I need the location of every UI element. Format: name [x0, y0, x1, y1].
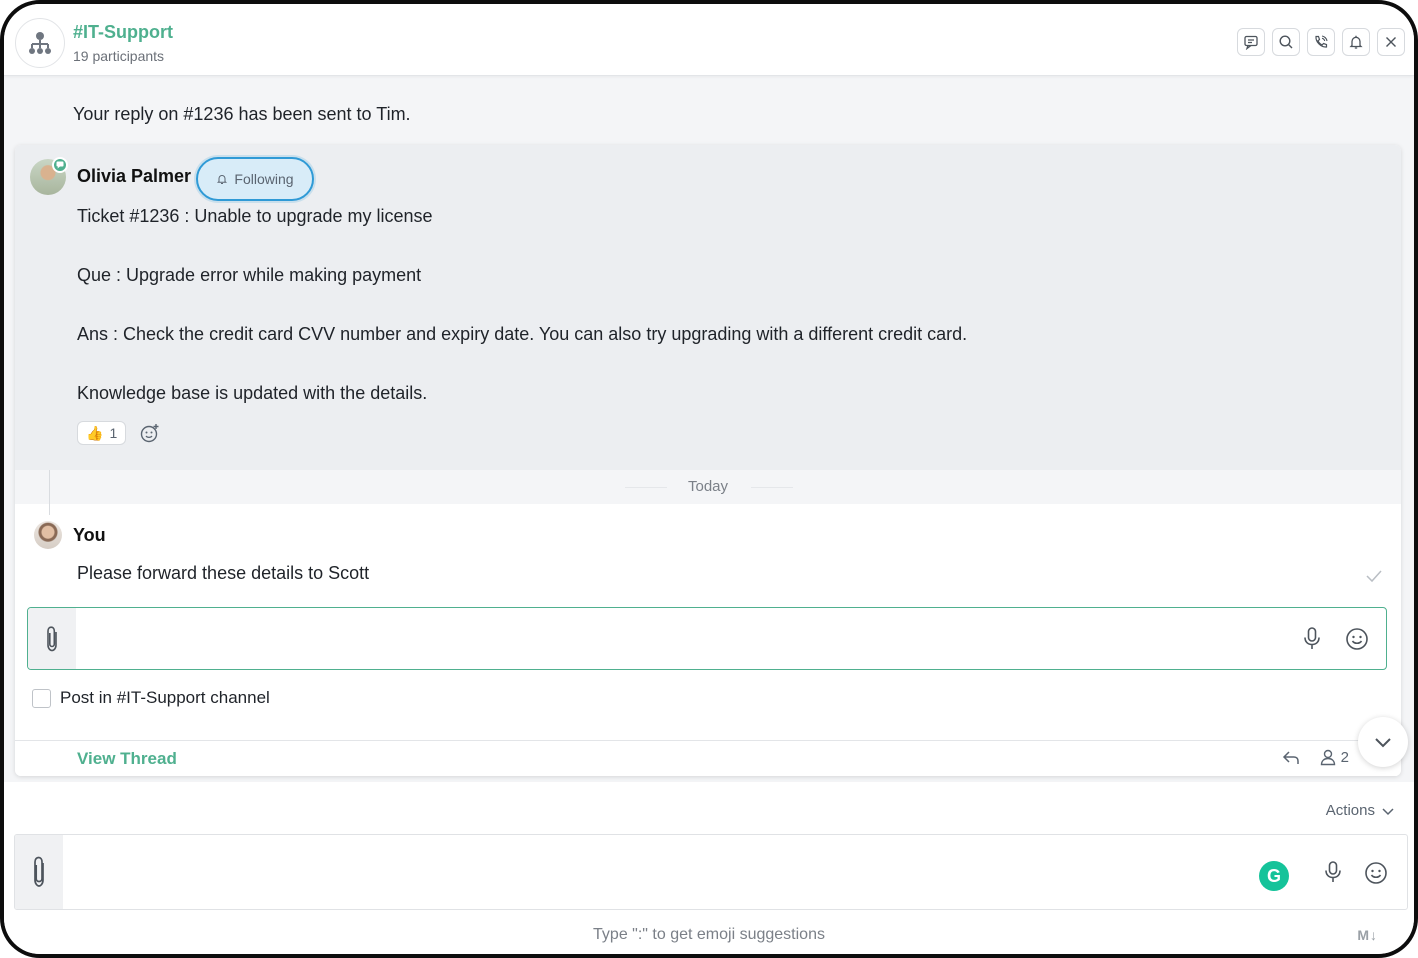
chat-badge-icon	[52, 157, 68, 173]
scroll-to-bottom-button[interactable]	[1358, 717, 1408, 767]
message-composer[interactable]: G	[14, 834, 1408, 910]
message-line: Ticket #1236 : Unable to upgrade my lice…	[77, 206, 433, 226]
message-line: Knowledge base is updated with the detai…	[77, 383, 428, 403]
avatar[interactable]	[34, 521, 62, 549]
sender-name[interactable]: You	[73, 525, 106, 546]
parent-message: Olivia Palmer Following Ticket #1236 : U…	[15, 145, 1401, 470]
reply-message-text: Please forward these details to Scott	[77, 563, 370, 583]
paperclip-icon	[34, 856, 44, 887]
post-in-channel-checkbox[interactable]	[32, 689, 51, 708]
search-icon	[1279, 35, 1293, 49]
date-divider-label: Today	[687, 478, 729, 495]
reply-icon	[1282, 751, 1299, 764]
paperclip-icon	[47, 625, 57, 651]
post-in-channel-label[interactable]: Post in #IT-Support channel	[60, 688, 270, 708]
microphone-icon	[1325, 861, 1341, 882]
smiley-icon	[1365, 862, 1387, 884]
smiley-icon	[1346, 628, 1368, 650]
emoji-button[interactable]	[1344, 626, 1370, 657]
thread-footer: View Thread 2	[15, 740, 1401, 776]
participant-count: 2	[1340, 748, 1349, 766]
reaction-count: 1	[109, 425, 118, 441]
thread-participants[interactable]: 2	[1319, 748, 1349, 766]
emoji-hint: Type ":" to get emoji suggestions	[593, 926, 825, 943]
discussion-icon	[1244, 35, 1258, 50]
emoji-button[interactable]	[1363, 860, 1389, 891]
bell-icon	[1349, 35, 1363, 49]
chevron-down-icon	[1382, 807, 1394, 815]
view-thread-link[interactable]: View Thread	[77, 749, 177, 769]
chevron-down-icon	[1375, 738, 1391, 748]
thumbs-up-icon: 👍	[86, 424, 104, 441]
thread-reply-composer	[27, 607, 1387, 670]
thumbs-up-reaction[interactable]: 👍 1	[77, 421, 127, 445]
close-button[interactable]	[1377, 28, 1405, 56]
following-button[interactable]: Following	[196, 157, 314, 201]
channel-title[interactable]: #IT-Support	[73, 22, 173, 43]
discussion-button[interactable]	[1237, 28, 1265, 56]
reply-button[interactable]	[1281, 748, 1301, 773]
actions-label: Actions	[1325, 802, 1375, 819]
microphone-icon	[1304, 627, 1320, 649]
call-icon	[1315, 35, 1328, 48]
close-icon	[1386, 37, 1396, 47]
attach-button[interactable]	[28, 608, 76, 669]
app-window: #IT-Support 19 participants Your reply o…	[0, 0, 1418, 958]
date-divider: Today	[15, 470, 1401, 504]
markdown-icon[interactable]: M↓	[1357, 927, 1378, 943]
call-button[interactable]	[1307, 28, 1335, 56]
header-actions	[1237, 28, 1405, 56]
participants-count[interactable]: 19 participants	[73, 48, 164, 64]
thread-connector	[49, 470, 50, 515]
sender-name[interactable]: Olivia Palmer	[77, 166, 191, 187]
channel-header: #IT-Support 19 participants	[4, 4, 1414, 76]
org-chart-icon	[29, 32, 51, 54]
microphone-button[interactable]	[1322, 860, 1344, 889]
reply-sent-notice: Your reply on #1236 has been sent to Tim…	[73, 104, 411, 124]
message-line: Que : Upgrade error while making payment	[77, 265, 422, 285]
read-check-icon	[1365, 569, 1383, 588]
grammarly-button[interactable]: G	[1259, 861, 1289, 891]
thread-card: Olivia Palmer Following Ticket #1236 : U…	[15, 145, 1401, 776]
add-emoji-icon	[140, 424, 159, 443]
message-line: Ans : Check the credit card CVV number a…	[77, 324, 968, 344]
add-reaction-button[interactable]	[139, 422, 161, 444]
message-composer-area: Actions G Type ":" to get emoji suggesti…	[4, 782, 1414, 954]
attach-button[interactable]	[15, 835, 63, 909]
channel-avatar[interactable]	[15, 18, 65, 68]
search-button[interactable]	[1272, 28, 1300, 56]
bell-icon	[217, 174, 228, 184]
microphone-button[interactable]	[1300, 626, 1324, 657]
person-icon	[1320, 749, 1335, 766]
actions-menu[interactable]: Actions	[1326, 802, 1395, 819]
notifications-button[interactable]	[1342, 28, 1370, 56]
following-label: Following	[234, 171, 294, 187]
